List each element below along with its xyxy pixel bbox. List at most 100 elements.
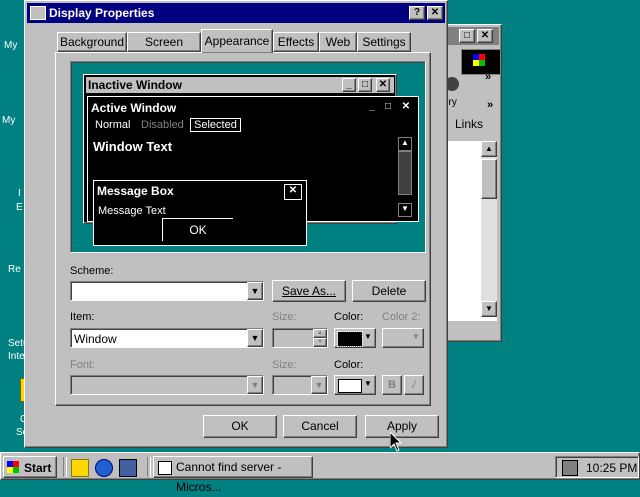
bold-button[interactable]: B (382, 375, 402, 395)
scroll-down-arrow-icon[interactable]: ▼ (481, 301, 497, 317)
scroll-up-arrow-icon[interactable]: ▲ (481, 141, 497, 157)
display-icon (30, 6, 46, 20)
font-size-label: Size: (272, 359, 297, 371)
preview-inactive-minimize-icon: _ (342, 78, 356, 92)
chevron-down-icon: ▼ (412, 332, 420, 341)
desktop-label-recycle[interactable]: Re (8, 264, 21, 275)
scheme-label: Scheme: (70, 265, 114, 277)
spinner-up-icon[interactable]: ▲ (313, 329, 327, 338)
tab-effects[interactable]: Effects (273, 32, 319, 52)
chevron-right-icon[interactable]: » (485, 71, 491, 83)
tab-background[interactable]: Background (57, 32, 127, 52)
browser-scrollbar[interactable]: ▲ ▼ (481, 141, 497, 317)
chevron-down-icon[interactable]: ▼ (247, 376, 263, 394)
clock[interactable]: 10:25 PM (586, 461, 637, 475)
spinner-down-icon[interactable]: ▼ (313, 338, 327, 347)
ok-button[interactable]: OK (203, 415, 277, 438)
preview-msgbox-title: Message Box (97, 184, 174, 198)
italic-button[interactable]: / (404, 375, 424, 395)
display-properties-dialog: Display Properties ? ✕ Background Screen… (24, 0, 448, 448)
item-color2-label: Color 2: (382, 311, 421, 323)
preview-scroll-down-icon: ▼ (398, 203, 412, 217)
scheme-select[interactable]: ▼ (70, 281, 264, 301)
windows-flag-icon (473, 54, 485, 66)
delete-button[interactable]: Delete (352, 280, 426, 302)
preview-menu-selected[interactable]: Selected (190, 118, 241, 132)
font-color-button[interactable]: ▼ (334, 375, 376, 395)
taskbar-item-browser[interactable]: Cannot find server - Micros... (153, 456, 313, 494)
preview-scrollbar[interactable]: ▲ ▼ (398, 137, 412, 217)
preview-message-box[interactable]: Message Box ✕ Message Text OK (93, 180, 307, 246)
desktop-label-ie-2[interactable]: E (16, 202, 23, 213)
task-separator (147, 457, 151, 477)
tab-screen-saver[interactable]: Screen Saver (127, 32, 201, 67)
tab-settings[interactable]: Settings (357, 32, 411, 52)
preview-window-text[interactable]: Window Text (93, 139, 172, 154)
item-value: Window (74, 332, 117, 346)
chevron-down-icon: ▼ (364, 332, 372, 341)
start-button[interactable]: Start (3, 456, 57, 478)
taskbar: Start Cannot find server - Micros... 10:… (0, 452, 640, 494)
browser-maximize-button[interactable]: □ (459, 29, 475, 43)
preview-menu-disabled[interactable]: Disabled (141, 119, 184, 131)
font-label: Font: (70, 359, 96, 371)
chevron-down-icon: ▼ (364, 379, 372, 388)
preview-active-title: Active Window (91, 101, 177, 115)
links-chevron-icon[interactable]: » (487, 99, 493, 111)
preview-inactive-maximize-icon: □ (358, 78, 372, 92)
color-swatch (338, 379, 362, 393)
desktop-label-my-computer[interactable]: My (2, 115, 15, 126)
scroll-thumb[interactable] (481, 159, 497, 199)
tab-web[interactable]: Web (319, 32, 357, 52)
taskbar-item-label: Cannot find server - Micros... (176, 460, 282, 494)
dialog-title: Display Properties (49, 6, 155, 20)
item-color-button[interactable]: ▼ (334, 328, 376, 348)
appearance-panel: Inactive Window _ □ ✕ Active Window _ □ … (55, 52, 431, 406)
color-swatch (337, 331, 363, 347)
quicklaunch-separator (63, 457, 67, 477)
network-icon[interactable] (562, 460, 578, 476)
quicklaunch-desktop-icon[interactable] (119, 459, 137, 477)
item-label: Item: (70, 311, 95, 323)
chevron-down-icon[interactable]: ▼ (247, 282, 263, 300)
desktop-label-ie[interactable]: I (18, 188, 21, 199)
item-color2-button[interactable]: ▼ (382, 328, 424, 348)
font-size-select[interactable]: ▼ (272, 375, 328, 395)
preview-msgbox-ok-button[interactable]: OK (162, 218, 233, 241)
preview-inactive-title: Inactive Window (88, 78, 182, 92)
preview-msgbox-close-icon: ✕ (284, 184, 302, 200)
font-select[interactable]: ▼ (70, 375, 264, 395)
preview-menu-normal[interactable]: Normal (95, 119, 130, 131)
quicklaunch-ie-icon[interactable] (95, 459, 113, 477)
desktop-label-my-documents[interactable]: My (4, 40, 17, 51)
chevron-down-icon[interactable]: ▼ (311, 376, 327, 394)
close-button[interactable]: ✕ (427, 6, 443, 20)
preview-inactive-titlebar: Inactive Window _ □ ✕ (86, 77, 394, 93)
chevron-down-icon[interactable]: ▼ (247, 329, 263, 347)
appearance-preview: Inactive Window _ □ ✕ Active Window _ □ … (70, 61, 426, 253)
help-button[interactable]: ? (409, 6, 425, 20)
start-label: Start (24, 461, 52, 475)
preview-active-minimize-icon: _ (369, 101, 375, 112)
preview-scroll-up-icon: ▲ (398, 137, 412, 151)
item-select[interactable]: Window ▼ (70, 328, 264, 348)
item-color-label: Color: (334, 311, 364, 323)
save-as-button[interactable]: Save As... (272, 280, 346, 302)
preview-active-maximize-icon: □ (384, 101, 392, 112)
cancel-button[interactable]: Cancel (283, 415, 357, 438)
dialog-titlebar[interactable]: Display Properties ? ✕ (27, 3, 445, 23)
ie-small-icon (158, 461, 172, 475)
item-size-label: Size: (272, 311, 297, 323)
windows-flag-icon (7, 461, 19, 473)
quicklaunch-edit-icon[interactable] (71, 459, 89, 477)
system-tray: 10:25 PM (555, 456, 639, 478)
links-label[interactable]: Links (455, 117, 483, 131)
preview-msgbox-text: Message Text (98, 205, 166, 217)
browser-close-button[interactable]: ✕ (477, 29, 493, 43)
tab-appearance[interactable]: Appearance (201, 29, 273, 53)
font-color-label: Color: (334, 359, 364, 371)
preview-scroll-thumb (398, 151, 412, 195)
apply-button[interactable]: Apply (365, 415, 439, 438)
preview-inactive-close-icon: ✕ (376, 78, 390, 92)
item-size-spinner[interactable]: ▲ ▼ (272, 328, 328, 348)
